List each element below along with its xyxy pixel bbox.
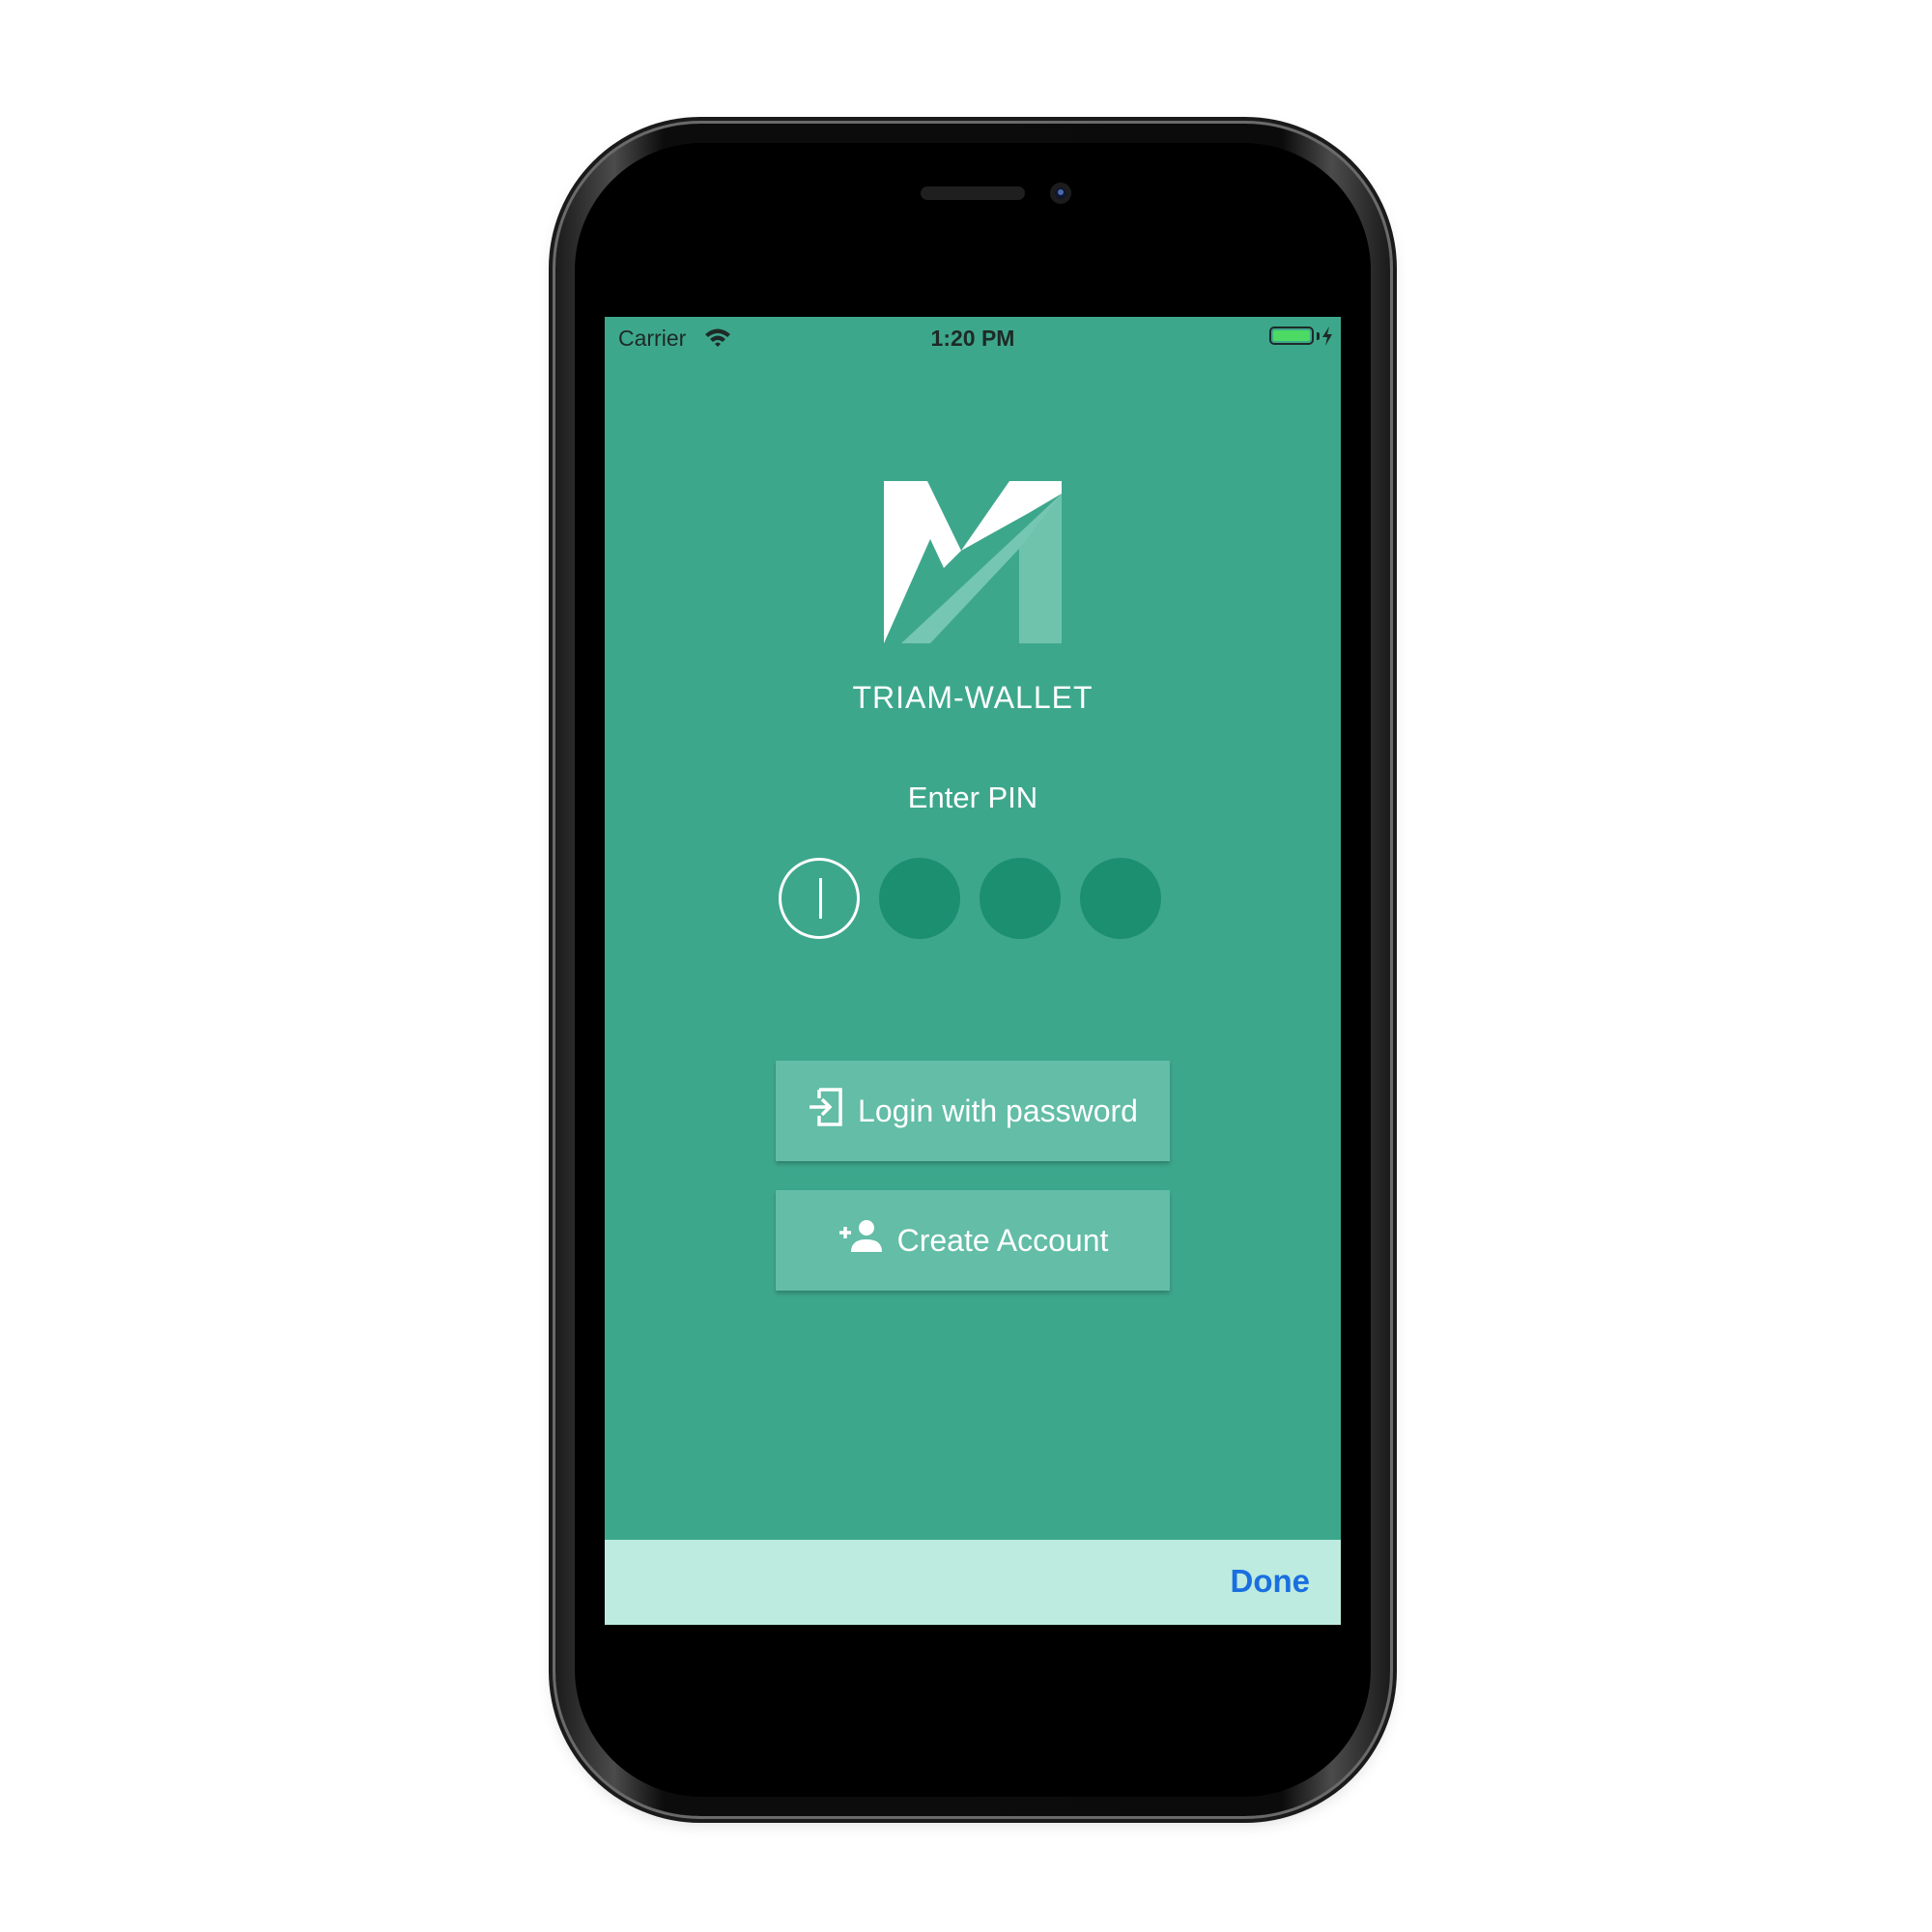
clock: 1:20 PM (930, 326, 1015, 351)
triam-logo (884, 481, 1062, 643)
text-cursor (819, 878, 822, 919)
battery-icon (1269, 327, 1314, 345)
earpiece-speaker (921, 186, 1025, 200)
status-bar: Carrier 1:20 PM (605, 317, 1341, 357)
pin-digit-3[interactable] (980, 858, 1061, 939)
charging-bolt-icon (1321, 326, 1333, 352)
pin-digit-2[interactable] (879, 858, 960, 939)
create-account-label: Create Account (896, 1222, 1109, 1258)
keyboard-toolbar: Done (605, 1540, 1341, 1625)
pin-digit-1[interactable] (779, 858, 860, 939)
login-with-password-button[interactable]: Login with password (776, 1061, 1170, 1161)
done-button[interactable]: Done (1231, 1563, 1311, 1600)
battery-tip (1317, 332, 1320, 340)
login-icon (808, 1087, 844, 1135)
app-screen: Carrier 1:20 PM TRIAM-WALLET Enter PIN L… (605, 317, 1341, 1625)
pin-digit-4[interactable] (1080, 858, 1161, 939)
front-camera (1050, 183, 1071, 204)
brand-name: TRIAM-WALLET (852, 680, 1094, 715)
add-person-icon (838, 1219, 884, 1262)
create-account-button[interactable]: Create Account (776, 1190, 1170, 1291)
login-with-password-label: Login with password (858, 1093, 1138, 1128)
pin-prompt: Enter PIN (907, 781, 1038, 814)
